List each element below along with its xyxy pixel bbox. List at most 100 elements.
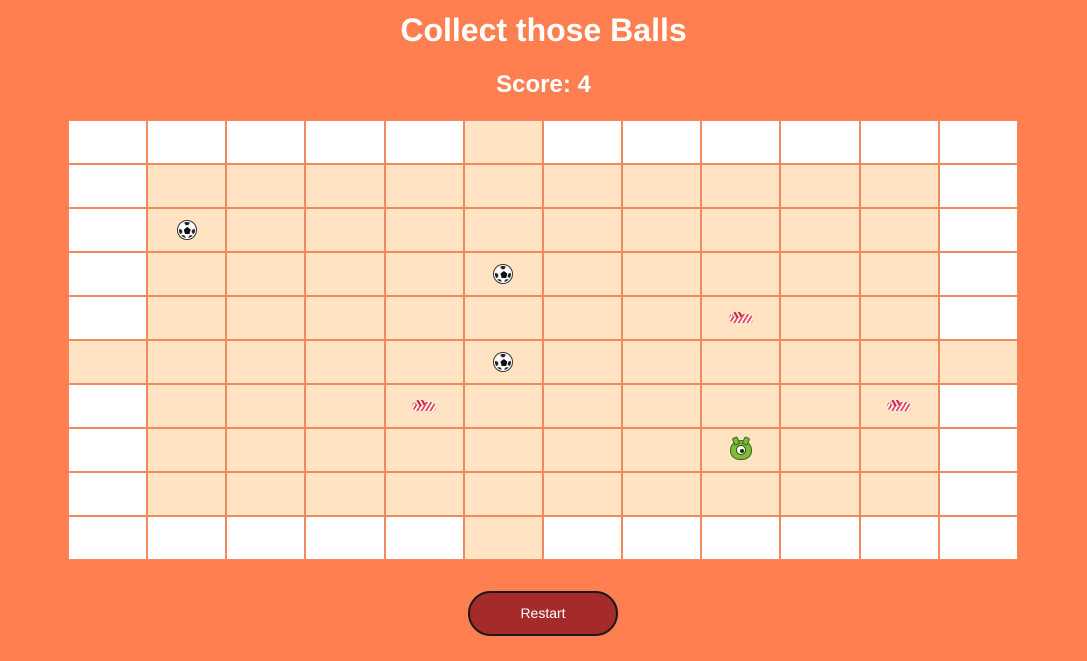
floor-cell [464, 253, 542, 295]
wall-cell [939, 253, 1017, 295]
wall-cell [939, 429, 1017, 471]
floor-cell [543, 209, 622, 251]
floor-cell [464, 165, 542, 207]
floor-cell [306, 473, 384, 515]
floor-cell [306, 253, 384, 295]
floor-cell [464, 385, 542, 427]
floor-cell [543, 385, 622, 427]
wall-cell [939, 385, 1017, 427]
floor-cell [702, 165, 780, 207]
floor-cell [702, 429, 780, 471]
floor-cell [781, 209, 859, 251]
floor-cell [623, 297, 701, 339]
monster-horn [741, 436, 751, 446]
floor-cell [306, 209, 384, 251]
floor-cell [623, 473, 701, 515]
floor-cell [543, 341, 622, 383]
floor-cell [385, 385, 463, 427]
wall-cell [939, 517, 1017, 559]
wall-cell [69, 209, 147, 251]
wall-cell [939, 165, 1017, 207]
floor-cell [148, 385, 226, 427]
wall-cell [623, 121, 701, 163]
wall-cell [543, 121, 622, 163]
floor-cell [860, 165, 938, 207]
wall-cell [227, 121, 305, 163]
floor-cell [385, 473, 463, 515]
floor-cell [464, 209, 542, 251]
wall-cell [69, 253, 147, 295]
wall-cell [781, 517, 859, 559]
score-display: Score: 4 [496, 71, 591, 98]
wall-cell [860, 121, 938, 163]
floor-cell [227, 297, 305, 339]
floor-cell [860, 297, 938, 339]
floor-cell [227, 165, 305, 207]
floor-cell [306, 429, 384, 471]
floor-cell [464, 297, 542, 339]
wall-cell [939, 297, 1017, 339]
floor-cell [623, 341, 701, 383]
floor-cell [148, 209, 226, 251]
wall-cell [385, 121, 463, 163]
floor-cell [148, 341, 226, 383]
wall-cell [69, 297, 147, 339]
floor-cell [623, 165, 701, 207]
floor-cell [860, 385, 938, 427]
floor-cell [860, 341, 938, 383]
candy-icon [412, 400, 436, 412]
floor-cell [939, 341, 1017, 383]
floor-cell [623, 385, 701, 427]
floor-cell [464, 517, 542, 559]
floor-cell [227, 385, 305, 427]
floor-cell [860, 429, 938, 471]
soccer-ball-icon [493, 352, 514, 372]
wall-cell [148, 121, 226, 163]
wall-cell [306, 517, 384, 559]
wall-cell [860, 517, 938, 559]
floor-cell [306, 341, 384, 383]
floor-cell [385, 297, 463, 339]
floor-cell [227, 429, 305, 471]
game-board[interactable] [68, 120, 1018, 560]
wall-cell [939, 121, 1017, 163]
wall-cell [385, 517, 463, 559]
floor-cell [464, 121, 542, 163]
floor-cell [702, 297, 780, 339]
restart-button[interactable]: Restart [468, 591, 618, 636]
floor-cell [385, 209, 463, 251]
page-title: Collect those Balls [400, 12, 687, 48]
floor-cell [623, 429, 701, 471]
floor-cell [148, 429, 226, 471]
wall-cell [306, 121, 384, 163]
candy-icon [887, 400, 911, 412]
floor-cell [702, 341, 780, 383]
wall-cell [623, 517, 701, 559]
floor-cell [860, 209, 938, 251]
floor-cell [227, 341, 305, 383]
floor-cell [148, 253, 226, 295]
wall-cell [69, 473, 147, 515]
floor-cell [781, 341, 859, 383]
floor-cell [543, 253, 622, 295]
floor-cell [227, 209, 305, 251]
wall-cell [702, 517, 780, 559]
wall-cell [939, 473, 1017, 515]
floor-cell [543, 165, 622, 207]
floor-cell [543, 429, 622, 471]
floor-cell [781, 473, 859, 515]
wall-cell [939, 209, 1017, 251]
floor-cell [623, 253, 701, 295]
floor-cell [385, 341, 463, 383]
floor-cell [543, 473, 622, 515]
candy-icon [729, 312, 753, 324]
monster-horn [731, 436, 741, 446]
floor-cell [306, 165, 384, 207]
wall-cell [227, 517, 305, 559]
wall-cell [69, 429, 147, 471]
floor-cell [306, 297, 384, 339]
floor-cell [227, 253, 305, 295]
wall-cell [69, 121, 147, 163]
floor-cell [781, 297, 859, 339]
floor-cell [69, 341, 147, 383]
